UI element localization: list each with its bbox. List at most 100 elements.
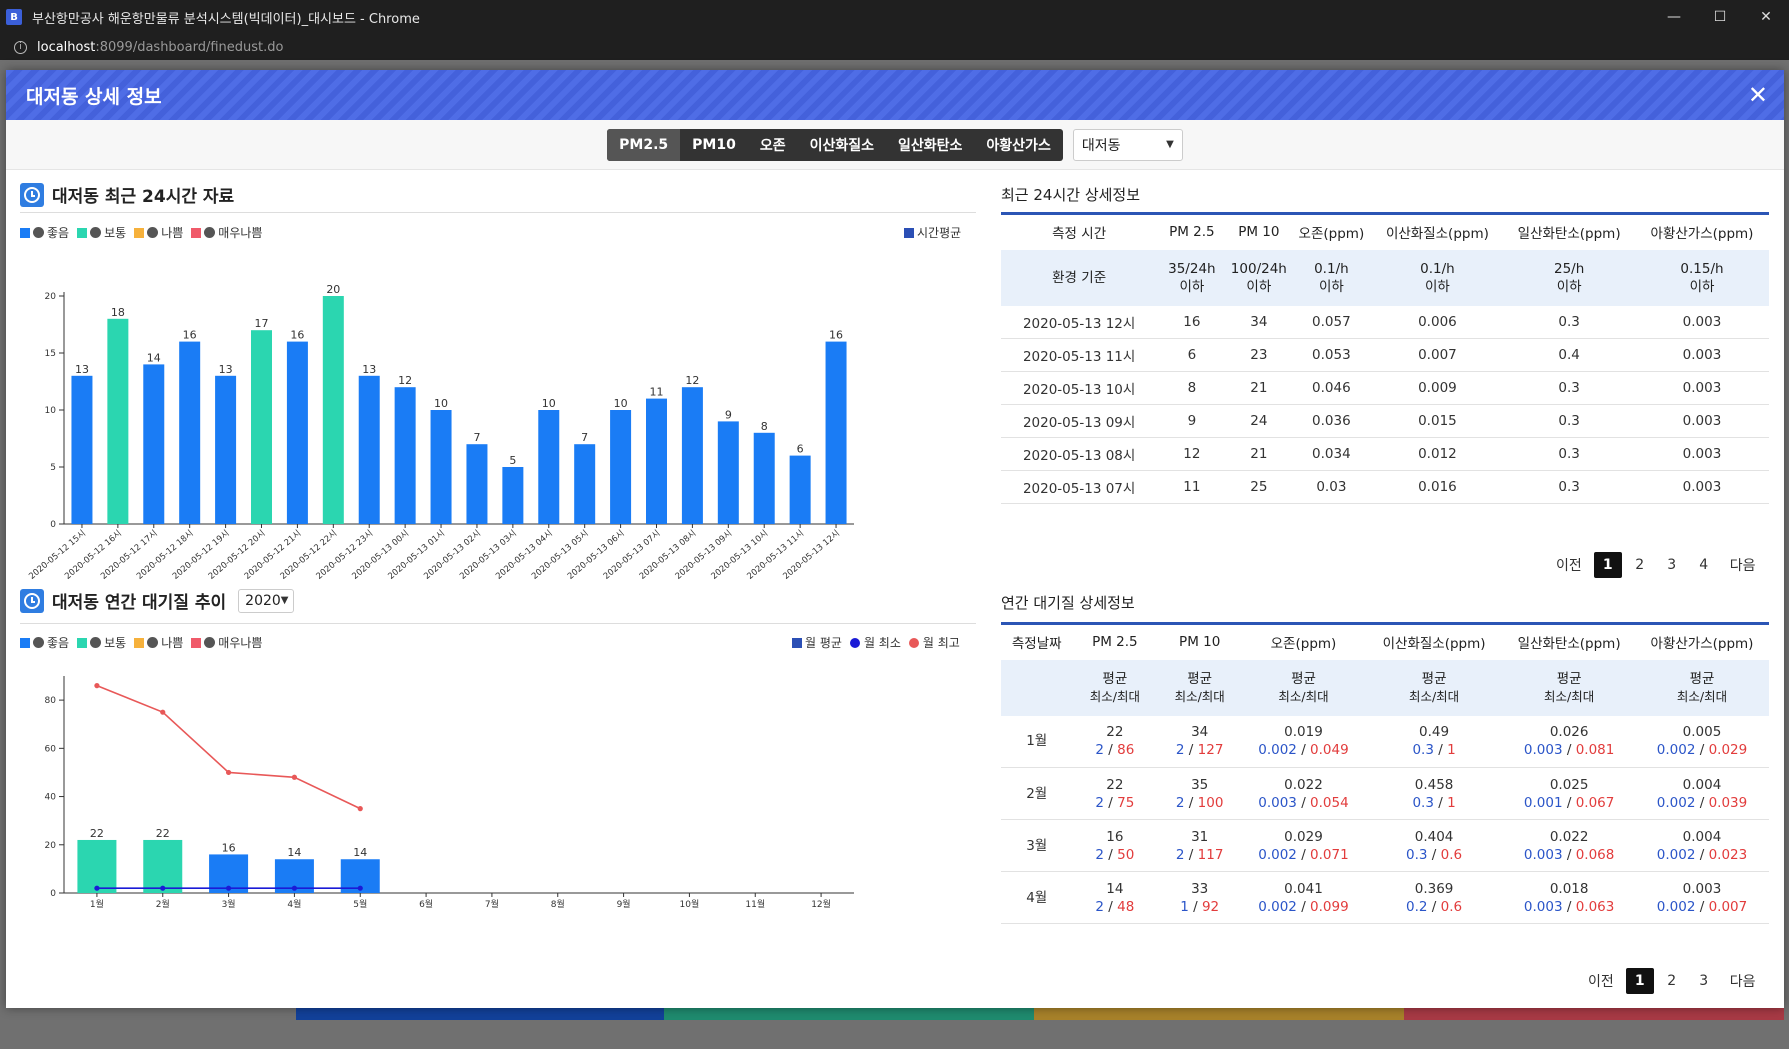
legend-swatch: [134, 637, 145, 648]
hourly-bar[interactable]: [610, 410, 632, 524]
region-select[interactable]: 대저동 ▼: [1072, 128, 1183, 161]
table-row: 2020-05-13 11시 6 23 0.053 0.007 0.4 0.003: [1001, 338, 1769, 372]
table-row: 2020-05-13 08시 12 21 0.034 0.012 0.3 0.003: [1001, 437, 1769, 471]
table-cell: 0.003: [1635, 305, 1769, 339]
bar-value-label: 13: [362, 363, 376, 376]
table-cell: 2020-05-13 08시: [1001, 437, 1158, 471]
bar-value-label: 7: [473, 431, 480, 444]
table-row: 2020-05-13 07시 11 25 0.03 0.016 0.3 0.003: [1001, 470, 1769, 504]
hourly-bar[interactable]: [789, 455, 811, 524]
hourly-bar[interactable]: [538, 410, 560, 524]
page-button[interactable]: 1: [1625, 968, 1654, 994]
x-tick-label: 2월: [156, 898, 170, 910]
table-cell: 12: [1157, 437, 1227, 471]
page-button[interactable]: 1: [1593, 552, 1622, 578]
monthly-avg-bar[interactable]: [143, 839, 183, 893]
hourly-bar[interactable]: [646, 398, 667, 524]
next-page-button[interactable]: 다음: [1730, 555, 1756, 575]
subheader-cell: 평균 최소/최대: [1503, 659, 1635, 716]
url-path: :8099/dashboard/finedust.do: [95, 39, 284, 55]
hourly-bar[interactable]: [107, 318, 129, 524]
tab-pm10[interactable]: PM10: [680, 129, 748, 161]
hourly-bar[interactable]: [394, 387, 416, 524]
monthly-max-point[interactable]: [94, 683, 100, 689]
monthly-max-point[interactable]: [291, 774, 298, 780]
hourly-bar[interactable]: [71, 375, 93, 524]
bar-value-label: 10: [614, 397, 628, 410]
info-icon[interactable]: i: [14, 40, 27, 54]
page-button[interactable]: 4: [1690, 552, 1718, 578]
monthly-max-point[interactable]: [357, 806, 363, 812]
page-button[interactable]: 3: [1658, 552, 1686, 578]
table-cell: 0.016: [1371, 470, 1504, 504]
tab-pm25[interactable]: PM2.5: [607, 128, 681, 161]
monthly-min-point[interactable]: [291, 885, 298, 891]
hourly-bar[interactable]: [717, 421, 739, 524]
legend-normal-label: 보통: [104, 636, 127, 650]
tab-ozone[interactable]: 오존: [748, 129, 798, 161]
page-button[interactable]: 3: [1690, 968, 1718, 994]
y-tick-label: 15: [45, 349, 56, 359]
hourly-bar[interactable]: [143, 364, 165, 524]
hourly-bar[interactable]: [753, 432, 775, 524]
monthly-max-point[interactable]: [160, 709, 166, 715]
bar-value-label: 20: [326, 283, 340, 296]
monthly-min-point[interactable]: [225, 885, 232, 891]
hourly-bar[interactable]: [358, 375, 380, 524]
page-button[interactable]: 2: [1658, 968, 1686, 994]
clock-icon: [20, 588, 44, 613]
monthly-min-point[interactable]: [160, 885, 166, 891]
year-select-value: 2020: [245, 592, 281, 609]
tab-no2[interactable]: 이산화질소: [798, 129, 886, 161]
column-header: 측정 시간: [1001, 212, 1158, 250]
table-cell: 0.057: [1291, 305, 1372, 339]
y-tick-label: 5: [50, 463, 56, 473]
stat-cell: 0.022 0.003 / 0.054: [1242, 767, 1365, 820]
hourly-bar[interactable]: [286, 341, 308, 524]
next-page-button[interactable]: 다음: [1730, 971, 1756, 991]
hourly-bar[interactable]: [574, 444, 596, 524]
bar-value-label: 11: [650, 386, 664, 399]
monthly-min-point[interactable]: [357, 885, 363, 891]
annual-table: 측정날짜 PM 2.5 PM 10 오존(ppm) 이산화질소(ppm) 일산화탄소(pp…: [1001, 622, 1769, 924]
hourly-bar[interactable]: [179, 341, 201, 524]
page-button[interactable]: 2: [1626, 552, 1654, 578]
x-tick-label: 7월: [485, 898, 499, 910]
prev-page-button[interactable]: 이전: [1556, 555, 1582, 575]
stat-cell: 0.458 0.3 / 1: [1364, 767, 1504, 820]
legend-dot: [849, 637, 860, 648]
x-tick-label: 8월: [551, 898, 565, 910]
tab-co[interactable]: 일산화탄소: [886, 129, 974, 161]
x-tick-label: 5월: [353, 898, 367, 910]
annual-table-pager: 이전 1 2 3 다음: [1578, 968, 1766, 994]
hourly-bar[interactable]: [430, 410, 452, 524]
hourly-bar[interactable]: [251, 330, 272, 524]
bar-value-label: 14: [353, 846, 367, 859]
monthly-min-point[interactable]: [94, 885, 100, 891]
monthly-avg-bar[interactable]: [77, 839, 117, 893]
x-tick-label: 3월: [222, 898, 236, 910]
x-tick-label: 1월: [90, 898, 104, 910]
table-cell: 0.012: [1371, 437, 1504, 471]
legend-good: 좋음: [20, 224, 69, 241]
monthly-max-point[interactable]: [225, 769, 232, 776]
hourly-bar[interactable]: [322, 296, 344, 524]
table-row: 2020-05-13 10시 8 21 0.046 0.009 0.3 0.003: [1001, 371, 1769, 405]
prev-page-button[interactable]: 이전: [1588, 971, 1614, 991]
tab-so2[interactable]: 아황산가스: [974, 129, 1062, 161]
yearly-trend-chart: 0 20 40 60 80 1월 2월 3월 4월 5월 6월 7월 8월 9월 10월 11월 12월 22 22…: [45, 676, 854, 910]
year-select[interactable]: 2020 ▼: [238, 588, 295, 613]
minimize-icon[interactable]: —: [1651, 0, 1697, 34]
hourly-bar[interactable]: [215, 375, 237, 524]
face-icon: [33, 227, 44, 238]
modal-close-button[interactable]: ✕: [1748, 81, 1768, 109]
window-close-icon[interactable]: ✕: [1743, 0, 1789, 34]
bar-value-label: 13: [75, 363, 89, 376]
address-bar[interactable]: i localhost:8099/dashboard/finedust.do: [0, 34, 1789, 60]
hourly-bar[interactable]: [681, 387, 703, 524]
hourly-bar[interactable]: [502, 467, 524, 524]
hourly-bar[interactable]: [825, 341, 847, 524]
maximize-icon[interactable]: ☐: [1697, 0, 1743, 34]
standard-cell: 0.15/h 이하: [1635, 249, 1769, 306]
hourly-bar[interactable]: [466, 444, 488, 524]
